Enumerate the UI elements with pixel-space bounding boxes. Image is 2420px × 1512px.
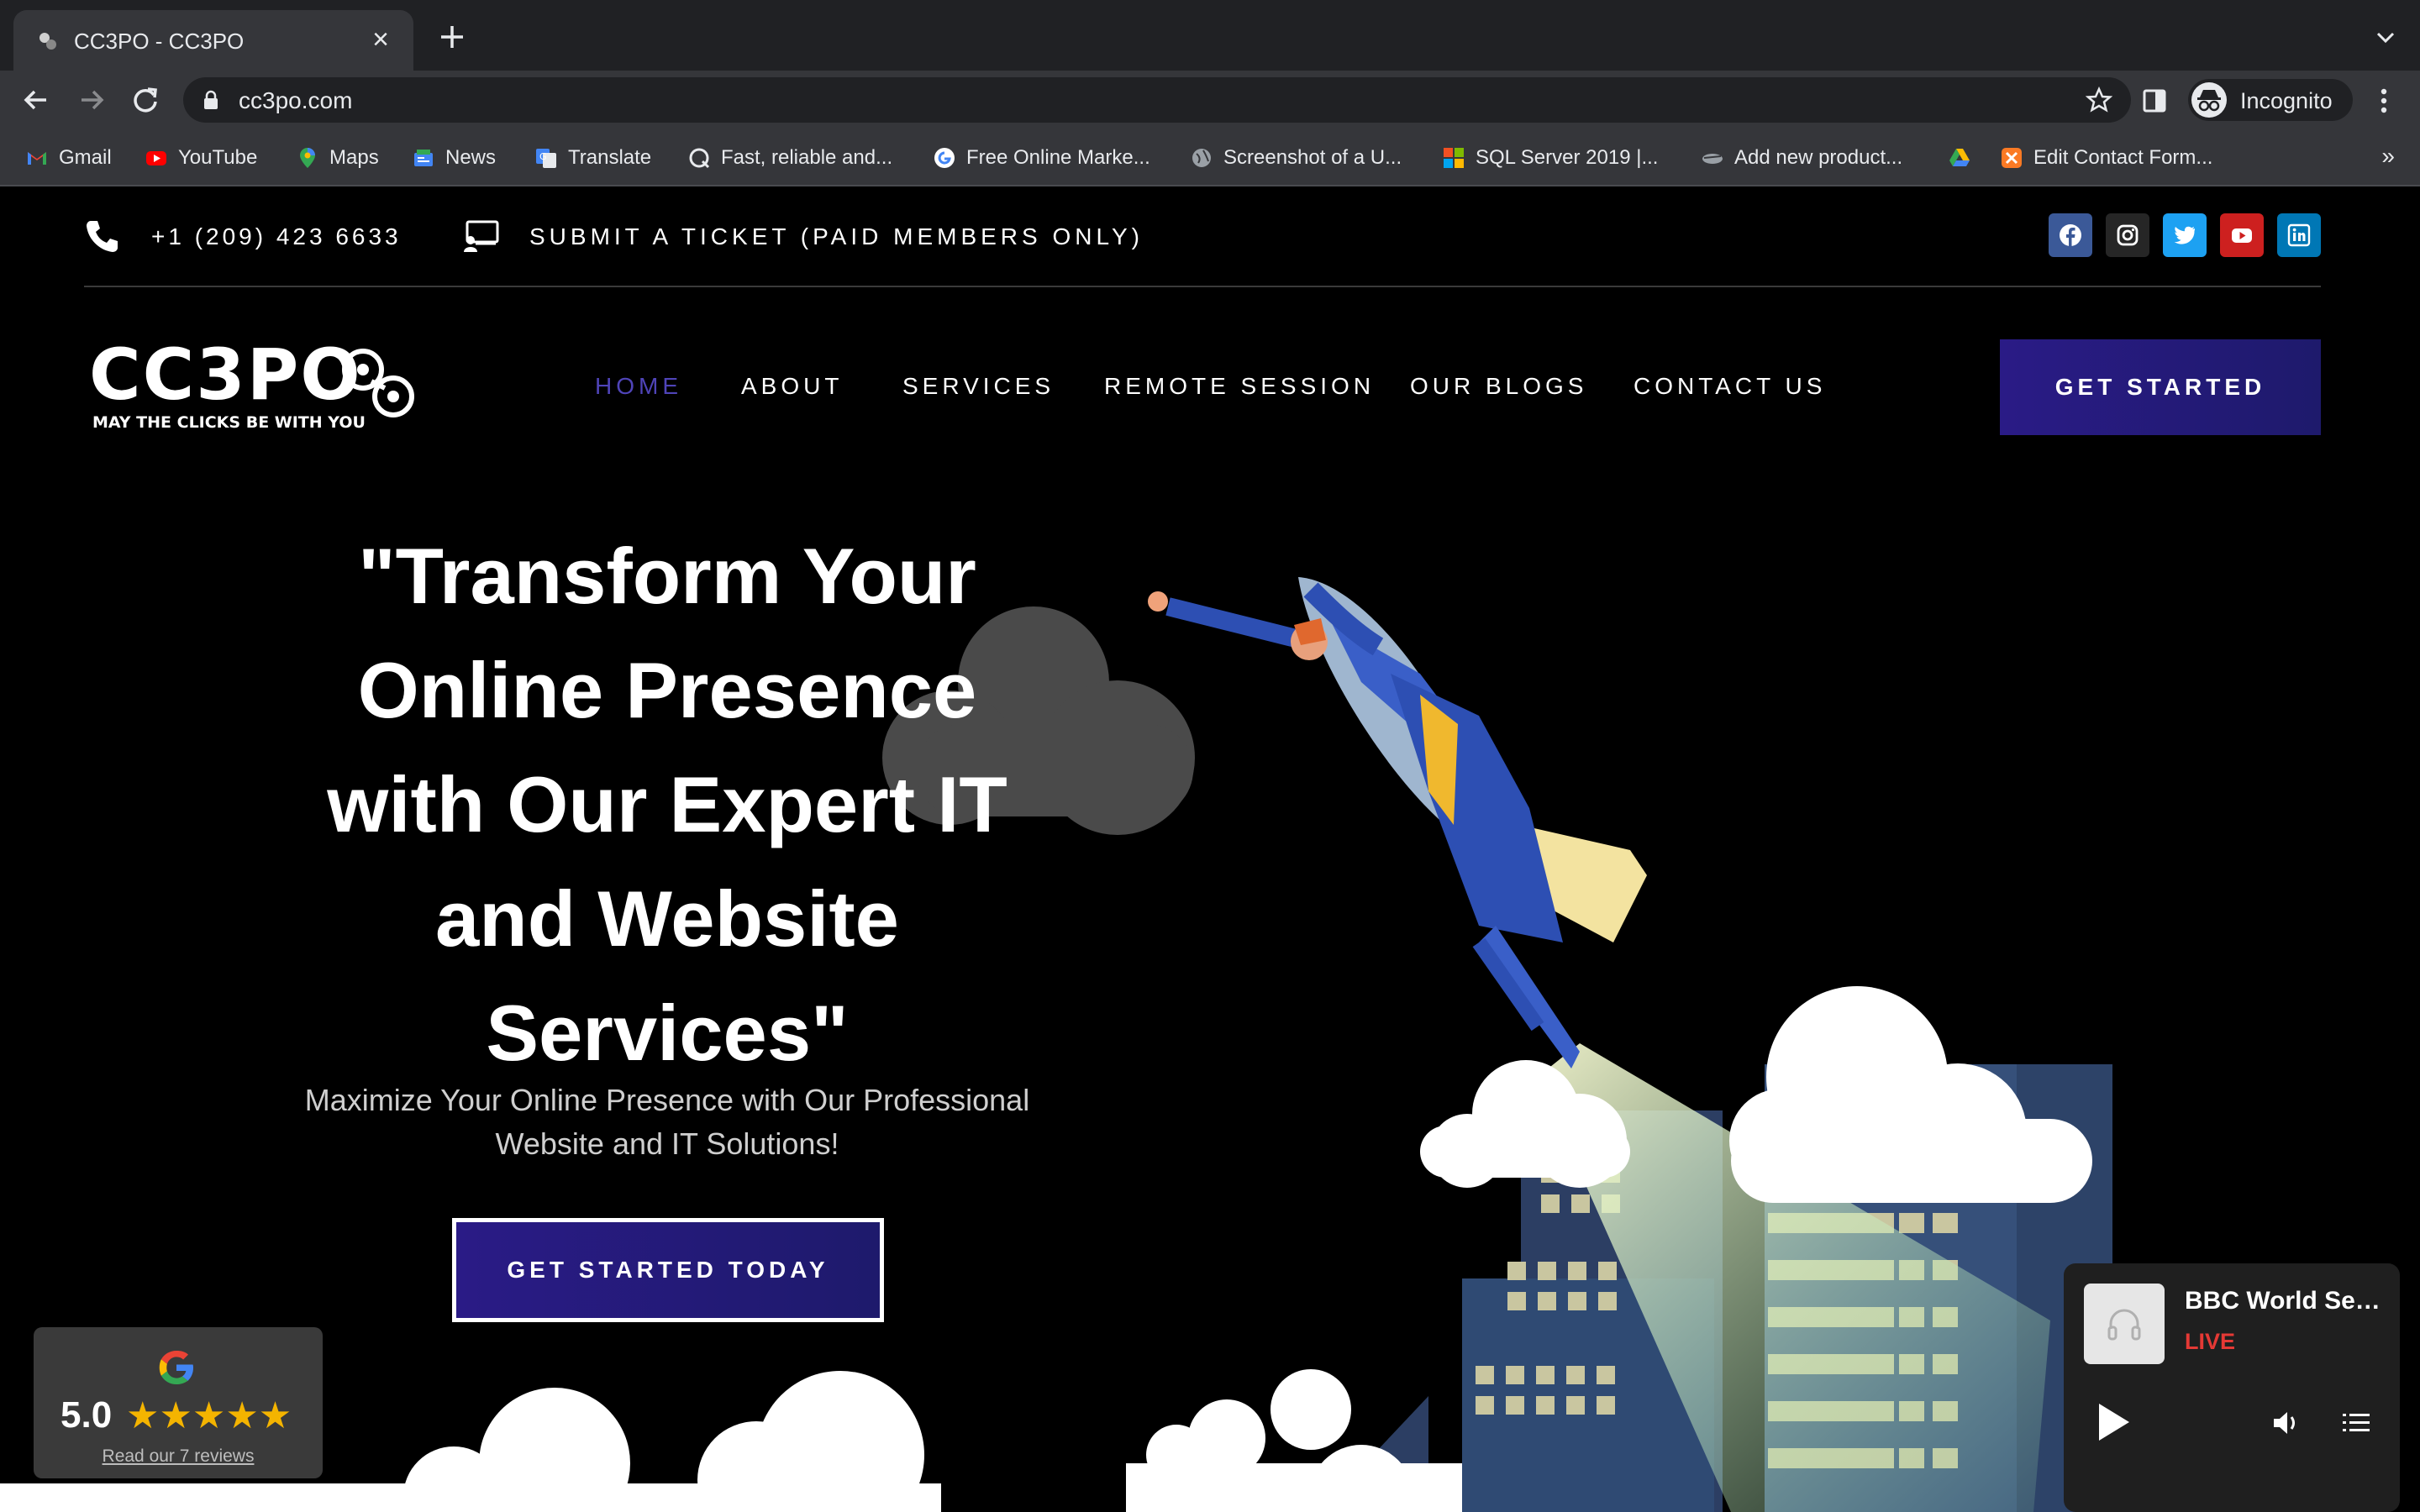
- side-panel-icon[interactable]: [2141, 87, 2168, 114]
- hero-subtitle-line: Website and IT Solutions!: [495, 1126, 839, 1161]
- bookmark-item[interactable]: Screenshot of a U...: [1190, 143, 1402, 173]
- drive-icon: [1949, 149, 1970, 166]
- incognito-label: Incognito: [2240, 88, 2333, 113]
- hero-title-line: Online Presence: [357, 646, 977, 734]
- site-icon: [689, 148, 710, 169]
- browser-menu-icon[interactable]: [2371, 86, 2396, 116]
- facebook-icon: [2060, 224, 2081, 246]
- bookmark-item[interactable]: Free Online Marke...: [933, 143, 1150, 173]
- tab-close-icon[interactable]: ×: [366, 25, 395, 54]
- station-title: BBC World Service: [2185, 1287, 2383, 1315]
- svg-text:G: G: [539, 151, 547, 162]
- hero-title-line: and Website: [435, 874, 899, 963]
- hero-title-line: with Our Expert IT: [327, 760, 1007, 848]
- live-badge: LIVE: [2185, 1329, 2236, 1354]
- bookmark-item[interactable]: Gmail: [25, 143, 112, 173]
- player-artwork: [2084, 1284, 2165, 1364]
- rocket-figure: [1148, 577, 1647, 1068]
- tab-title: CC3PO - CC3PO: [74, 29, 245, 54]
- phone-number[interactable]: +1 (209) 423 6633: [151, 223, 402, 250]
- rating-stars: ★★★★★: [126, 1395, 292, 1436]
- xampp-icon: [2002, 148, 2022, 168]
- bookmark-item[interactable]: G Translate: [534, 143, 651, 173]
- get-started-today-button[interactable]: GET STARTED TODAY: [452, 1218, 884, 1322]
- web-page: +1 (209) 423 6633 SUBMIT A TICKET (PAID …: [0, 186, 2420, 1512]
- linkedin-button[interactable]: [2277, 213, 2321, 257]
- browser-tab[interactable]: CC3PO - CC3PO ×: [13, 10, 413, 71]
- bookmarks-bar: Gmail YouTube Maps News G Translate Fast…: [0, 129, 2420, 186]
- nav-our-blogs[interactable]: OUR BLOGS: [1410, 373, 1587, 400]
- address-bar[interactable]: cc3po.com: [183, 77, 2131, 123]
- lock-icon[interactable]: [202, 90, 220, 110]
- google-icon: [934, 148, 955, 168]
- site-logo[interactable]: CC3PO MAY THE CLICKS BE WITH YOU: [89, 334, 417, 435]
- playlist-icon[interactable]: [2341, 1408, 2371, 1438]
- bookmarks-overflow-icon[interactable]: »: [2381, 143, 2395, 170]
- news-icon: [414, 150, 433, 166]
- site-favicon-icon: [39, 33, 56, 50]
- play-icon[interactable]: [2096, 1401, 2133, 1443]
- youtube-icon: [146, 151, 166, 165]
- nav-contact-us[interactable]: CONTACT US: [1634, 373, 1826, 400]
- read-reviews-link[interactable]: Read our 7 reviews: [34, 1446, 323, 1467]
- facebook-button[interactable]: [2049, 213, 2092, 257]
- browser-tabstrip: CC3PO - CC3PO ×: [0, 0, 2420, 71]
- forward-icon[interactable]: [74, 82, 109, 118]
- translate-icon: G: [536, 149, 556, 168]
- get-started-button[interactable]: GET STARTED: [2000, 339, 2321, 435]
- ticket-icon: [464, 220, 499, 252]
- bookmark-item[interactable]: Add new product...: [1701, 143, 1902, 173]
- submit-ticket-link[interactable]: SUBMIT A TICKET (PAID MEMBERS ONLY): [529, 223, 1144, 250]
- nav-home[interactable]: HOME: [595, 373, 682, 400]
- bookmark-item[interactable]: Edit Contact Form...: [2000, 143, 2212, 173]
- hero-title-line: Services": [486, 989, 849, 1077]
- hero-title-line: "Transform Your: [358, 532, 976, 620]
- microsoft-icon: [1444, 148, 1464, 168]
- bookmark-star-icon[interactable]: [2086, 87, 2112, 113]
- back-icon[interactable]: [18, 82, 54, 118]
- globe-icon: [1192, 149, 1211, 167]
- google-review-badge[interactable]: 5.0 ★★★★★ Read our 7 reviews: [34, 1327, 323, 1478]
- logo-wordmark: CC3PO: [89, 333, 362, 416]
- bookmark-item[interactable]: [1948, 143, 1981, 173]
- google-icon: [159, 1351, 193, 1384]
- bookmark-item[interactable]: News: [412, 143, 496, 173]
- bookmark-item[interactable]: Maps: [296, 143, 379, 173]
- site-icon: [1702, 154, 1723, 164]
- hero-title: "Transform Your Online Presence with Our…: [286, 519, 1049, 1090]
- nav-about[interactable]: ABOUT: [741, 373, 843, 400]
- headphones-icon: [2107, 1309, 2141, 1341]
- maps-icon: [300, 148, 315, 168]
- nav-services[interactable]: SERVICES: [902, 373, 1055, 400]
- hero-subtitle: Maximize Your Online Presence with Our P…: [286, 1079, 1049, 1166]
- youtube-icon: [2232, 228, 2252, 243]
- twitter-icon: [2174, 226, 2195, 244]
- robot-logo-icon: [342, 349, 414, 417]
- bookmark-item[interactable]: YouTube: [145, 143, 257, 173]
- instagram-button[interactable]: [2106, 213, 2149, 257]
- new-tab-icon[interactable]: [437, 22, 467, 52]
- bookmark-item[interactable]: Fast, reliable and...: [687, 143, 892, 173]
- incognito-badge[interactable]: Incognito: [2188, 79, 2353, 121]
- volume-icon[interactable]: [2270, 1408, 2301, 1438]
- bookmark-item[interactable]: SQL Server 2019 |...: [1442, 143, 1658, 173]
- twitter-button[interactable]: [2163, 213, 2207, 257]
- radio-player: BBC World Service LIVE: [2064, 1263, 2400, 1512]
- hero-subtitle-line: Maximize Your Online Presence with Our P…: [304, 1083, 1030, 1117]
- rating-value: 5.0: [60, 1394, 113, 1436]
- nav-remote-session[interactable]: REMOTE SESSION: [1104, 373, 1375, 400]
- phone-icon: [87, 221, 118, 252]
- url-text: cc3po.com: [239, 87, 353, 113]
- incognito-icon: [2191, 82, 2227, 118]
- contact-bar: +1 (209) 423 6633 SUBMIT A TICKET (PAID …: [84, 186, 2321, 287]
- linkedin-icon: [2287, 223, 2311, 247]
- logo-tagline: MAY THE CLICKS BE WITH YOU: [92, 413, 366, 432]
- browser-toolbar: cc3po.com Incognito: [0, 71, 2420, 129]
- tab-search-chevron-icon[interactable]: [2373, 25, 2398, 50]
- reload-icon[interactable]: [128, 82, 163, 118]
- gmail-icon: [28, 152, 46, 165]
- youtube-button[interactable]: [2220, 213, 2264, 257]
- instagram-icon: [2117, 224, 2139, 246]
